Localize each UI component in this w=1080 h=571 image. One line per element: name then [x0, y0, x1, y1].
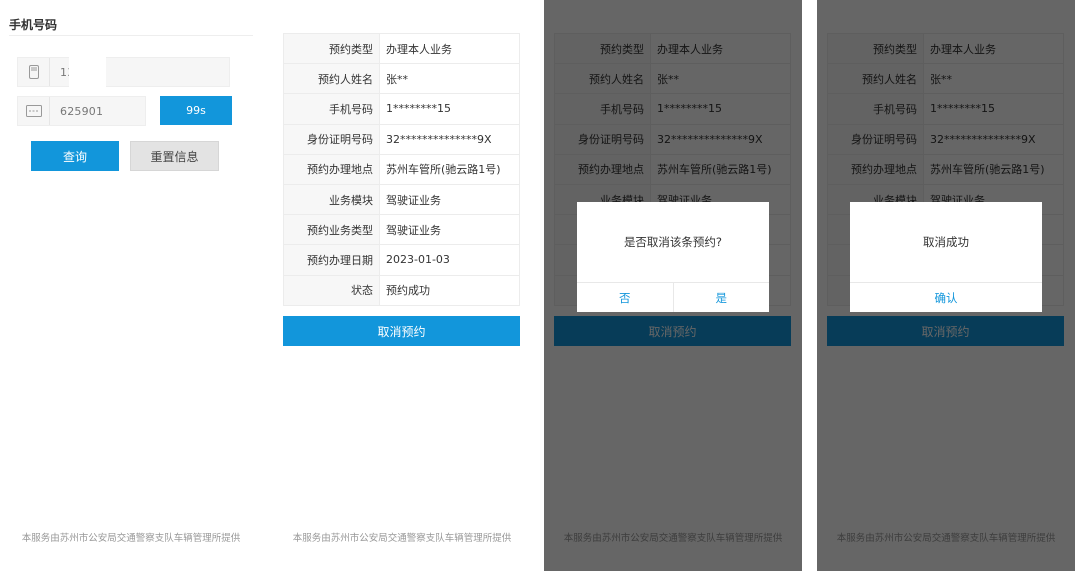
table-row: 预约业务类型驾驶证业务	[283, 214, 520, 246]
confirm-cancel-page: 预约类型办理本人业务 预约人姓名张** 手机号码1********15 身份证明…	[544, 0, 802, 571]
dialog-actions: 确认	[850, 282, 1042, 312]
detail-page: 预约类型 办理本人业务 预约人姓名 张** 手机号码 1********15 身份证明…	[270, 0, 534, 571]
row-value: 办理本人业务	[379, 32, 520, 65]
verification-code-input[interactable]: 625901	[17, 96, 146, 126]
code-value: 625901	[60, 104, 104, 118]
table-row: 状态预约成功	[283, 274, 520, 306]
row-key: 业务模块	[283, 183, 380, 216]
no-button[interactable]: 否	[577, 283, 673, 312]
phone-input[interactable]: 138 15	[17, 57, 230, 87]
cancel-success-page: 预约类型办理本人业务 预约人姓名张** 手机号码1********15 身份证明…	[817, 0, 1075, 571]
row-value: 驾驶证业务	[379, 183, 520, 216]
query-button[interactable]: 查询	[31, 141, 119, 171]
yes-button[interactable]: 是	[672, 283, 770, 312]
code-icon	[18, 97, 50, 125]
detail-table: 预约类型办理本人业务 预约人姓名张** 手机号码1********15 身份证明…	[283, 32, 520, 306]
query-page: 手机号码 138 15 625901 99s 查询 重置信息 本服务由苏州市公安…	[0, 0, 262, 571]
reset-button[interactable]: 重置信息	[130, 141, 219, 171]
tab-divider	[9, 35, 253, 36]
footer-text: 本服务由苏州市公安局交通警察支队车辆管理所提供	[292, 533, 512, 544]
confirm-dialog: 是否取消该条预约? 否 是	[577, 202, 769, 312]
dialog-actions: 否 是	[577, 282, 769, 312]
success-dialog: 取消成功 确认	[850, 202, 1042, 312]
table-row: 预约类型办理本人业务	[283, 32, 520, 65]
cancel-appointment-button[interactable]: 取消预约	[283, 316, 520, 346]
row-value: 驾驶证业务	[379, 214, 520, 246]
row-value: 苏州车管所(驰云路1号)	[379, 153, 520, 185]
table-row: 预约办理地点苏州车管所(驰云路1号)	[283, 153, 520, 185]
row-value: 1********15	[379, 93, 520, 125]
row-key: 预约类型	[283, 32, 380, 65]
row-key: 预约办理日期	[283, 244, 380, 276]
dialog-message: 取消成功	[923, 235, 969, 249]
row-value: 32**************9X	[379, 123, 520, 155]
table-row: 身份证明号码32**************9X	[283, 123, 520, 155]
resend-code-button[interactable]: 99s	[160, 96, 232, 125]
row-value: 2023-01-03	[379, 244, 520, 276]
phone-mask	[69, 55, 106, 89]
row-key: 手机号码	[283, 93, 380, 125]
phone-icon	[18, 58, 50, 86]
row-key: 预约办理地点	[283, 153, 380, 185]
row-key: 预约业务类型	[283, 214, 380, 246]
table-row: 手机号码1********15	[283, 93, 520, 125]
row-value: 张**	[379, 63, 520, 95]
row-key: 状态	[283, 274, 380, 306]
row-value: 预约成功	[379, 274, 520, 306]
table-row: 预约办理日期2023-01-03	[283, 244, 520, 276]
tab-phone[interactable]: 手机号码	[9, 16, 57, 33]
table-row: 预约人姓名张**	[283, 63, 520, 95]
row-key: 预约人姓名	[283, 63, 380, 95]
confirm-button[interactable]: 确认	[850, 283, 1042, 312]
table-row: 业务模块驾驶证业务	[283, 183, 520, 216]
dialog-message: 是否取消该条预约?	[623, 235, 723, 249]
row-key: 身份证明号码	[283, 123, 380, 155]
footer-text: 本服务由苏州市公安局交通警察支队车辆管理所提供	[21, 533, 241, 544]
